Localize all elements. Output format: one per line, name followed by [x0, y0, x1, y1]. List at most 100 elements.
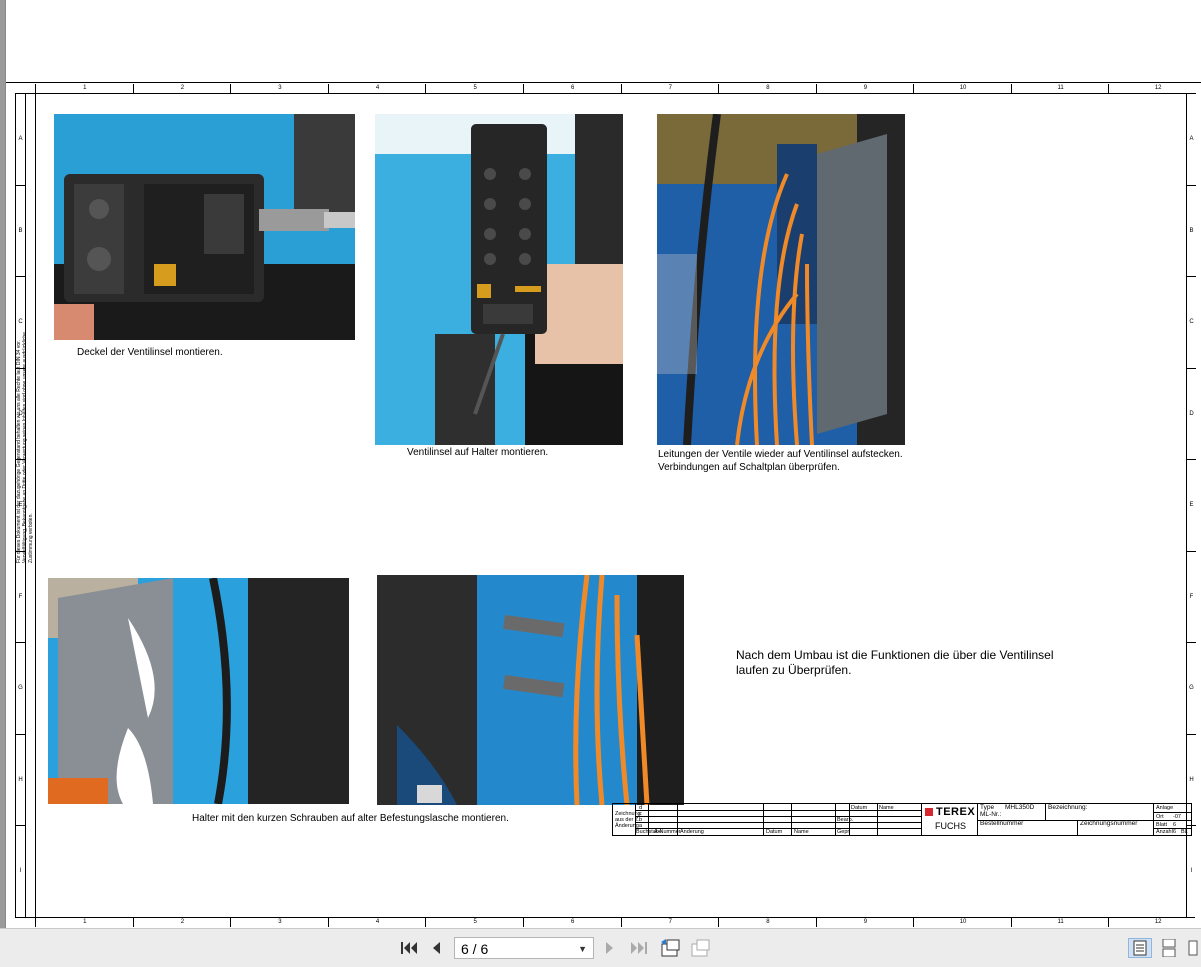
tb-type-value: MHL350D — [1005, 804, 1035, 811]
tb-anderung-label: Änderung — [680, 829, 704, 835]
tb-name-label: Name — [879, 805, 894, 811]
go-forward-view-button[interactable] — [688, 938, 712, 958]
tb-a-nummer-label: A-Nummer — [654, 829, 681, 835]
first-page-icon — [401, 942, 417, 954]
caption-photo-1: Deckel der Ventilinsel montieren. — [77, 347, 223, 358]
column-label: 5 — [425, 918, 524, 927]
column-label: 2 — [132, 84, 232, 93]
row-label: F — [1187, 550, 1196, 644]
tb-gepr-label: Gepr. — [837, 829, 851, 835]
tb-blatt-label: Blatt — [1156, 822, 1168, 828]
tb-ml-nr-label: ML-Nr.: — [980, 811, 1002, 818]
continuous-page-icon — [1162, 939, 1176, 957]
last-page-icon — [631, 942, 647, 954]
tb-bezeichnung-label: Bezeichnung: — [1048, 804, 1088, 811]
tb-datum-label: Datum — [851, 805, 868, 811]
column-label: 7 — [620, 84, 720, 93]
final-check-note-line-2: laufen zu Überprüfen. — [736, 663, 852, 677]
photo-bracket-screws — [377, 575, 684, 805]
column-label: 12 — [1108, 918, 1201, 927]
photo-valve-island-holder — [375, 114, 623, 445]
viewer-toolbar: 6 / 6 ▼ — [0, 928, 1201, 967]
column-label: 9 — [815, 918, 915, 927]
column-label: 1 — [35, 84, 134, 93]
column-label: 5 — [425, 84, 524, 93]
photo-holder-bracket — [48, 578, 349, 804]
column-ruler-bottom: 1 2 3 4 5 6 7 8 9 10 11 12 — [15, 917, 1195, 927]
caption-photo-3-line-1: Leitungen der Ventile wieder auf Ventili… — [658, 449, 903, 460]
single-page-view-button[interactable] — [1128, 938, 1152, 958]
legal-note-line-2: Vervielfältigung, Bekanntgabe an Dritte … — [22, 332, 34, 563]
photo-valve-island-cover — [54, 114, 355, 340]
chevron-down-icon: ▼ — [578, 944, 587, 954]
tb-anzahl-label: Anzahl — [1156, 829, 1173, 835]
row-label: H — [16, 733, 25, 827]
go-back-view-icon — [661, 939, 680, 957]
row-label: I — [16, 825, 25, 918]
tb-bl-label: BL — [1181, 829, 1188, 835]
row-label: C — [1187, 276, 1196, 369]
column-label: 4 — [327, 84, 427, 93]
column-label: 8 — [718, 918, 817, 927]
column-label: 10 — [913, 84, 1012, 93]
fuchs-brand: FUCHS — [935, 821, 966, 831]
row-label: D — [1187, 367, 1196, 461]
title-block: Zeichnung aus der Z. Änderung d c b a Bu… — [612, 803, 1192, 836]
single-page-icon — [1133, 940, 1147, 956]
tb-ort-value: -07 — [1173, 814, 1181, 820]
two-page-icon — [1188, 940, 1198, 956]
caption-photo-2: Ventilinsel auf Halter montieren. — [407, 447, 549, 458]
column-label: 3 — [230, 918, 329, 927]
column-label: 3 — [230, 84, 329, 93]
row-label: E — [1187, 459, 1196, 552]
tb-datum-bottom: Datum — [766, 829, 783, 835]
row-ruler-right: ABCDEFGHI — [1186, 93, 1196, 917]
last-page-button[interactable] — [628, 938, 650, 958]
column-label: 9 — [815, 84, 915, 93]
column-label: 1 — [35, 918, 134, 927]
caption-photo-3-line-2: Verbindungen auf Schaltplan überprüfen. — [658, 462, 840, 473]
final-check-note-line-1: Nach dem Umbau ist die Funktionen die üb… — [736, 648, 1054, 662]
previous-page-icon — [433, 942, 440, 954]
row-label: A — [16, 93, 25, 186]
page-number-select[interactable]: 6 / 6 ▼ — [454, 937, 594, 959]
tb-anlage-label: Anlage — [1156, 805, 1174, 811]
photo-valve-cables — [657, 114, 905, 445]
tb-blatt-value: 6 — [1173, 822, 1177, 828]
legal-note: Für dieses Dokument ist der dazugehörige… — [16, 313, 34, 563]
column-label: 11 — [1010, 84, 1110, 93]
row-label: A — [1187, 93, 1196, 186]
row-label: B — [1187, 184, 1196, 278]
row-label: B — [16, 184, 25, 278]
tb-bearb-label: Bearb. — [837, 817, 854, 823]
continuous-view-button[interactable] — [1158, 938, 1180, 958]
row-label: F — [16, 550, 25, 644]
previous-page-button[interactable] — [426, 938, 446, 958]
column-label: 4 — [327, 918, 427, 927]
column-label: 10 — [913, 918, 1012, 927]
next-page-button[interactable] — [600, 938, 620, 958]
caption-photos-4-5: Halter mit den kurzen Schrauben auf alte… — [192, 813, 509, 824]
column-label: 8 — [718, 84, 817, 93]
column-label: 2 — [132, 918, 232, 927]
column-label: 7 — [620, 918, 720, 927]
first-page-button[interactable] — [398, 938, 420, 958]
two-page-view-button[interactable] — [1186, 938, 1200, 958]
column-label: 6 — [522, 84, 622, 93]
row-label: G — [16, 642, 25, 735]
tb-anzahl-value: 6 — [1173, 829, 1177, 835]
terex-brand: TEREX — [936, 806, 976, 818]
page-number-value: 6 / 6 — [461, 941, 489, 957]
document-page: 1 2 3 4 5 6 7 8 9 10 11 12 1 2 3 4 5 6 7 8 9 10 11 12 ABCDEFGH… — [5, 0, 1201, 928]
row-label: I — [1187, 825, 1196, 918]
column-label: 11 — [1010, 918, 1110, 927]
tb-zeichnungsnummer-label: Zeichnungsnummer — [1080, 820, 1138, 827]
column-label: 6 — [522, 918, 622, 927]
terex-logo-icon — [925, 808, 933, 816]
next-page-icon — [606, 942, 613, 954]
caption-photo-3: Leitungen der Ventile wieder auf Ventili… — [658, 448, 903, 474]
row-label: G — [1187, 642, 1196, 735]
column-label: 12 — [1108, 84, 1201, 93]
tb-name-bottom: Name — [794, 829, 809, 835]
go-back-view-button[interactable] — [658, 938, 682, 958]
